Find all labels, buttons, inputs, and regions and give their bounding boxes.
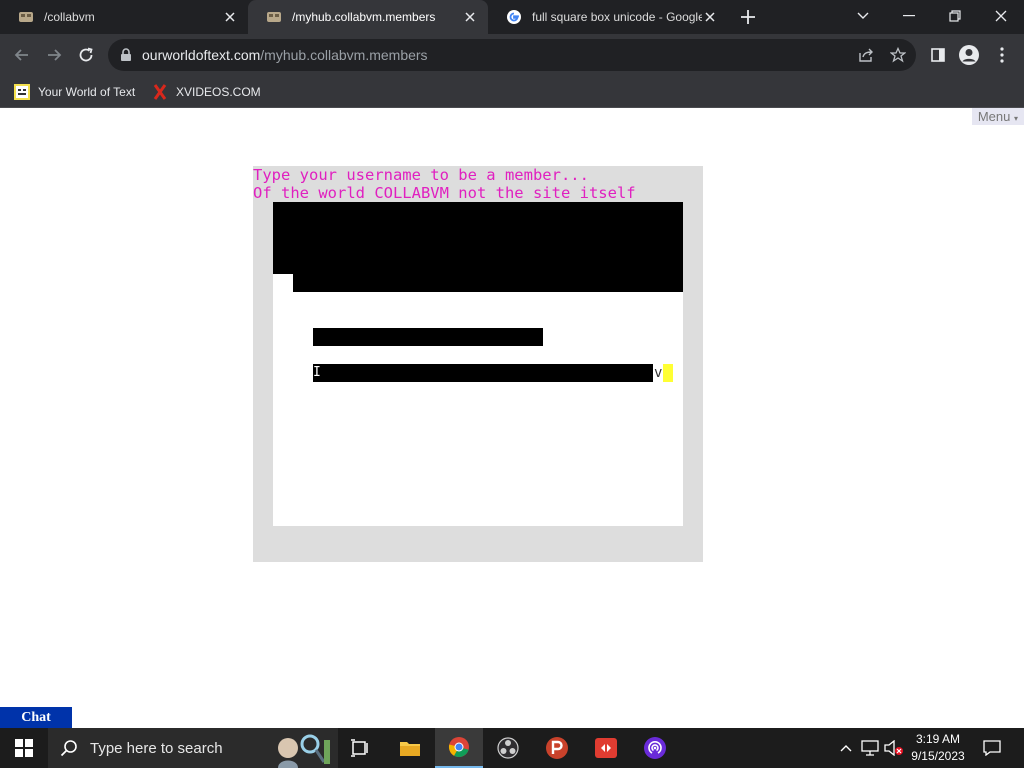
profile-avatar-icon[interactable] bbox=[957, 43, 981, 67]
ywot-icon bbox=[14, 84, 30, 100]
trailing-character: v bbox=[654, 365, 663, 381]
show-hidden-icons-chevron-icon[interactable] bbox=[836, 738, 856, 758]
bookmark-label: XVIDEOS.COM bbox=[176, 85, 261, 99]
tab-collabvm[interactable]: /collabvm bbox=[0, 0, 248, 34]
owot-favicon-icon bbox=[266, 9, 282, 25]
windows-taskbar: Type here to search 3:19 AM 9/15/2023 bbox=[0, 728, 1024, 768]
search-icon bbox=[60, 739, 78, 757]
x-logo-icon bbox=[152, 84, 168, 100]
taskbar-search-box[interactable]: Type here to search bbox=[48, 728, 338, 768]
url-text[interactable]: ourworldoftext.com/myhub.collabvm.member… bbox=[142, 47, 428, 63]
google-g-icon bbox=[506, 9, 522, 25]
close-window-icon[interactable] bbox=[987, 4, 1015, 28]
new-tab-plus-icon[interactable] bbox=[738, 7, 758, 27]
browser-toolbar: ourworldoftext.com/myhub.collabvm.member… bbox=[0, 34, 1024, 76]
url-path: /myhub.collabvm.members bbox=[260, 47, 428, 63]
side-panel-icon[interactable] bbox=[926, 43, 950, 67]
address-bar[interactable]: ourworldoftext.com/myhub.collabvm.member… bbox=[108, 39, 916, 71]
black-block-top bbox=[273, 202, 683, 274]
member-note-line: Of the world COLLABVM not the site itsel… bbox=[253, 184, 636, 202]
menu-label: Menu bbox=[977, 109, 1011, 124]
menu-caret-icon: ▾ bbox=[1013, 114, 1018, 123]
bookmark-star-icon[interactable] bbox=[888, 45, 908, 65]
search-highlight-illustration-icon bbox=[266, 732, 332, 768]
chrome-taskbar-icon[interactable] bbox=[435, 728, 483, 768]
tab-close-icon[interactable] bbox=[702, 9, 718, 25]
tab-title: full square box unicode - Google bbox=[532, 10, 702, 24]
tab-myhub-members[interactable]: /myhub.collabvm.members bbox=[248, 0, 488, 34]
share-icon[interactable] bbox=[856, 45, 876, 65]
clock-time: 3:19 AM bbox=[915, 732, 961, 746]
more-menu-kebab-icon[interactable] bbox=[990, 43, 1014, 67]
text-area-panel[interactable]: v I bbox=[273, 202, 683, 526]
task-view-icon[interactable] bbox=[336, 728, 384, 768]
bookmark-label: Your World of Text bbox=[38, 85, 136, 99]
bookmarks-bar: Your World of Text XVIDEOS.COM bbox=[0, 76, 1024, 108]
black-block-step bbox=[293, 274, 683, 292]
black-bar-username bbox=[313, 328, 543, 346]
minimize-icon[interactable] bbox=[895, 4, 923, 28]
windows-start-icon[interactable] bbox=[0, 728, 48, 768]
url-host: ourworldoftext.com bbox=[142, 47, 261, 63]
reload-icon[interactable] bbox=[74, 43, 98, 67]
member-world-box[interactable]: Type your username to be a member... Of … bbox=[253, 166, 703, 562]
menu-button[interactable]: Menu ▾ bbox=[971, 108, 1024, 125]
text-cursor-highlight bbox=[663, 364, 673, 382]
tab-strip: /collabvm /myhub.collabvm.members full s… bbox=[0, 0, 1024, 34]
tab-search-chevron-icon[interactable] bbox=[849, 4, 877, 28]
clock-date: 9/15/2023 bbox=[911, 749, 965, 763]
tab-close-icon[interactable] bbox=[462, 9, 478, 25]
volume-muted-icon[interactable] bbox=[884, 738, 904, 758]
tab-google-search[interactable]: full square box unicode - Google bbox=[488, 0, 728, 34]
network-icon[interactable] bbox=[860, 738, 880, 758]
search-placeholder: Type here to search bbox=[90, 739, 223, 757]
taskbar-clock[interactable]: 3:19 AM 9/15/2023 bbox=[906, 731, 970, 765]
file-explorer-icon[interactable] bbox=[386, 728, 434, 768]
restore-icon[interactable] bbox=[941, 4, 969, 28]
podcast-app-icon[interactable] bbox=[631, 728, 679, 768]
chat-button[interactable]: Chat bbox=[0, 707, 72, 728]
tab-title: /collabvm bbox=[44, 10, 95, 24]
p-app-icon[interactable] bbox=[533, 728, 581, 768]
black-bar-entry[interactable] bbox=[313, 364, 653, 382]
bookmark-xvideos[interactable]: XVIDEOS.COM bbox=[152, 82, 261, 102]
owot-favicon-icon bbox=[18, 9, 34, 25]
text-cursor-ibeam-icon: I bbox=[313, 365, 321, 380]
notifications-icon[interactable] bbox=[982, 738, 1002, 758]
obs-studio-icon[interactable] bbox=[484, 728, 532, 768]
tab-title: /myhub.collabvm.members bbox=[292, 10, 436, 24]
member-prompt-line: Type your username to be a member... bbox=[253, 166, 589, 184]
bookmark-your-world-of-text[interactable]: Your World of Text bbox=[14, 82, 135, 102]
remote-app-icon[interactable] bbox=[582, 728, 630, 768]
tab-close-icon[interactable] bbox=[222, 9, 238, 25]
lock-icon[interactable] bbox=[116, 45, 136, 65]
back-arrow-icon[interactable] bbox=[10, 43, 34, 67]
owot-page[interactable]: Menu ▾ Type your username to be a member… bbox=[0, 108, 1024, 728]
forward-arrow-icon[interactable] bbox=[42, 43, 66, 67]
